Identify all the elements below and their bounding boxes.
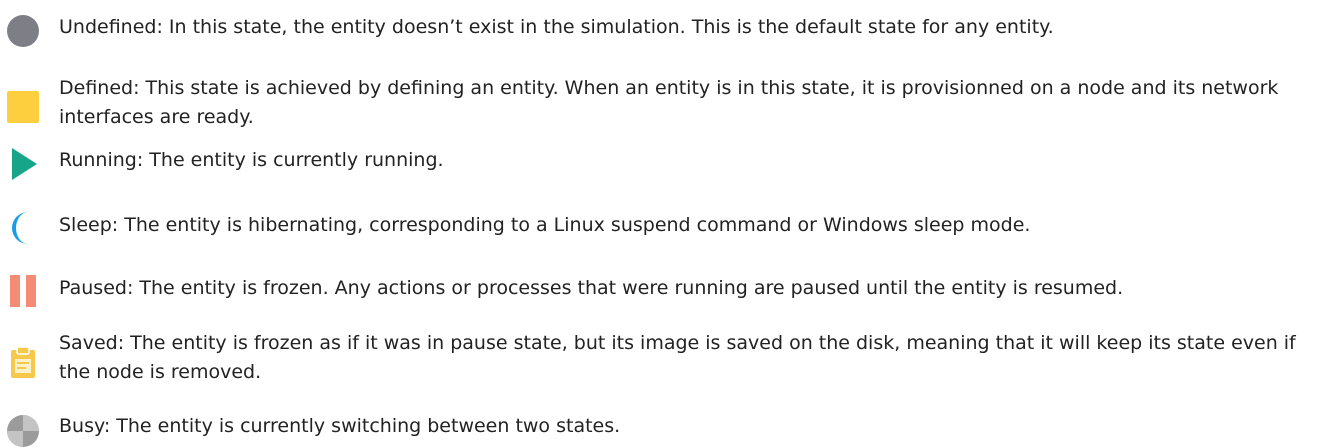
clipboard-saved-icon [6,345,40,379]
state-description-busy: Busy: The entity is currently switching … [59,415,621,437]
state-description-defined: Defined: This state is achieved by defin… [59,77,1279,128]
state-description-saved: Saved: The entity is frozen as if it was… [59,332,1296,383]
play-triangle-icon [6,147,40,181]
state-description-running: Running: The entity is currently running… [59,149,444,171]
state-description-paused: Paused: The entity is frozen. Any action… [59,277,1124,299]
pause-bars-icon [6,274,40,308]
state-description-sleep: Sleep: The entity is hibernating, corres… [59,214,1031,236]
grey-circle-icon [6,14,40,48]
entity-state-legend: Undefined: In this state, the entity doe… [0,0,1322,447]
crescent-moon-icon [6,211,40,245]
state-description-undefined: Undefined: In this state, the entity doe… [59,16,1054,38]
yellow-square-icon [6,90,40,124]
